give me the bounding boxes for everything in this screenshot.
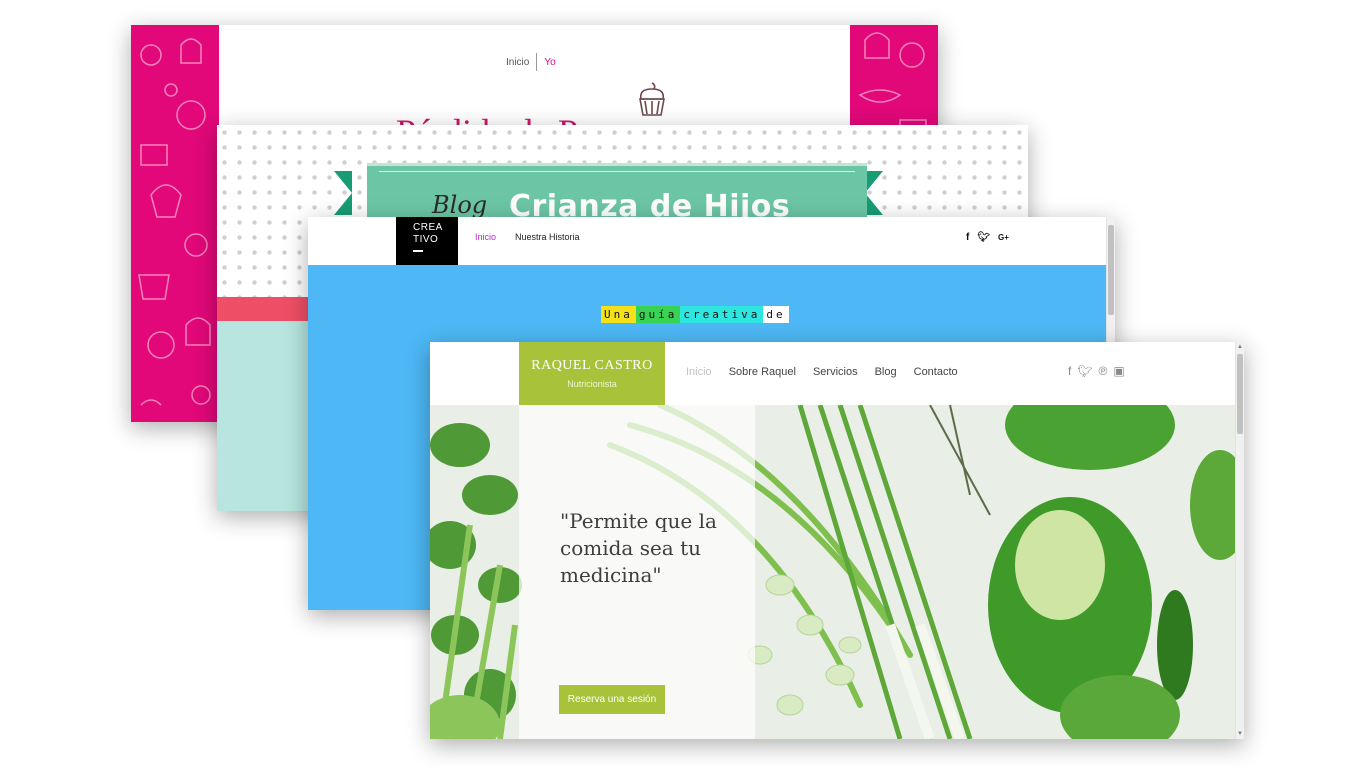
creative-guide-heading: Una guía creativa de <box>601 306 789 323</box>
pinterest-icon[interactable]: ℗ <box>1099 364 1108 378</box>
brand-block[interactable]: RAQUEL CASTRO Nutricionista <box>519 342 665 405</box>
nav-divider <box>536 53 538 71</box>
logo-line-2: TIVO <box>413 234 439 245</box>
hero-quote: "Permite que la comida sea tu medicina" <box>560 509 717 587</box>
twitter-icon[interactable]: 🐦︎ <box>977 232 990 244</box>
ribbon-right-fold <box>865 171 883 215</box>
showcase-stage: Inicio Yo Pérdida de P Blog Crianza de H… <box>0 0 1366 768</box>
raquel-site-window: RAQUEL CASTRO Nutricionista Inicio Sobre… <box>430 342 1244 739</box>
nav-link-yo[interactable]: Yo <box>544 57 555 68</box>
menu-item-servicios[interactable]: Servicios <box>813 366 858 378</box>
scrollbar-thumb[interactable] <box>1108 225 1114 315</box>
pastry-pattern-left <box>131 25 219 422</box>
menu-item-sobre-raquel[interactable]: Sobre Raquel <box>729 366 796 378</box>
cupcake-logo-icon <box>639 82 665 116</box>
instagram-icon[interactable]: ▣ <box>1113 364 1124 378</box>
google-plus-icon[interactable]: G+ <box>998 232 1009 244</box>
main-menu: Inicio Sobre Raquel Servicios Blog Conta… <box>686 366 958 378</box>
logo-line-1: CREA <box>413 222 443 233</box>
pastry-nav: Inicio Yo <box>506 53 556 71</box>
menu-item-contacto[interactable]: Contacto <box>914 366 958 378</box>
menu-item-blog[interactable]: Blog <box>875 366 897 378</box>
book-session-button[interactable]: Reserva una sesión <box>559 685 665 714</box>
logo-underline <box>413 250 423 252</box>
nav-link-inicio[interactable]: Inicio <box>475 232 496 242</box>
menu-item-inicio[interactable]: Inicio <box>686 366 712 378</box>
scrollbar-thumb[interactable] <box>1237 354 1243 434</box>
site-header: RAQUEL CASTRO Nutricionista Inicio Sobre… <box>430 342 1235 405</box>
guide-word-2: guía <box>635 306 681 323</box>
twitter-icon[interactable]: 🐦︎ <box>1077 364 1092 378</box>
raquel-social-links: f 🐦︎ ℗ ▣ <box>1068 364 1125 378</box>
creativo-social-links: f 🐦︎ G+ <box>966 232 1009 244</box>
facebook-icon[interactable]: f <box>966 232 969 244</box>
blog-script-label: Blog <box>432 191 488 219</box>
facebook-icon[interactable]: f <box>1068 364 1071 378</box>
guide-word-4: de <box>763 306 789 323</box>
guide-word-1: Una <box>601 306 636 323</box>
vegetables-hero: "Permite que la comida sea tu medicina" … <box>430 405 1235 739</box>
brand-name: RAQUEL CASTRO <box>531 358 653 373</box>
brand-role: Nutricionista <box>567 379 617 389</box>
scroll-down-arrow-icon[interactable]: ▼ <box>1237 731 1243 737</box>
nav-link-nuestra-historia[interactable]: Nuestra Historia <box>515 232 580 242</box>
scrollbar[interactable]: ▲ ▼ <box>1235 342 1244 739</box>
guide-word-3: creativa <box>680 306 764 323</box>
creativo-logo[interactable]: CREA TIVO <box>396 217 458 265</box>
ribbon-left-fold <box>334 171 352 215</box>
nav-link-inicio[interactable]: Inicio <box>506 57 529 68</box>
scroll-up-arrow-icon[interactable]: ▲ <box>1237 344 1243 350</box>
